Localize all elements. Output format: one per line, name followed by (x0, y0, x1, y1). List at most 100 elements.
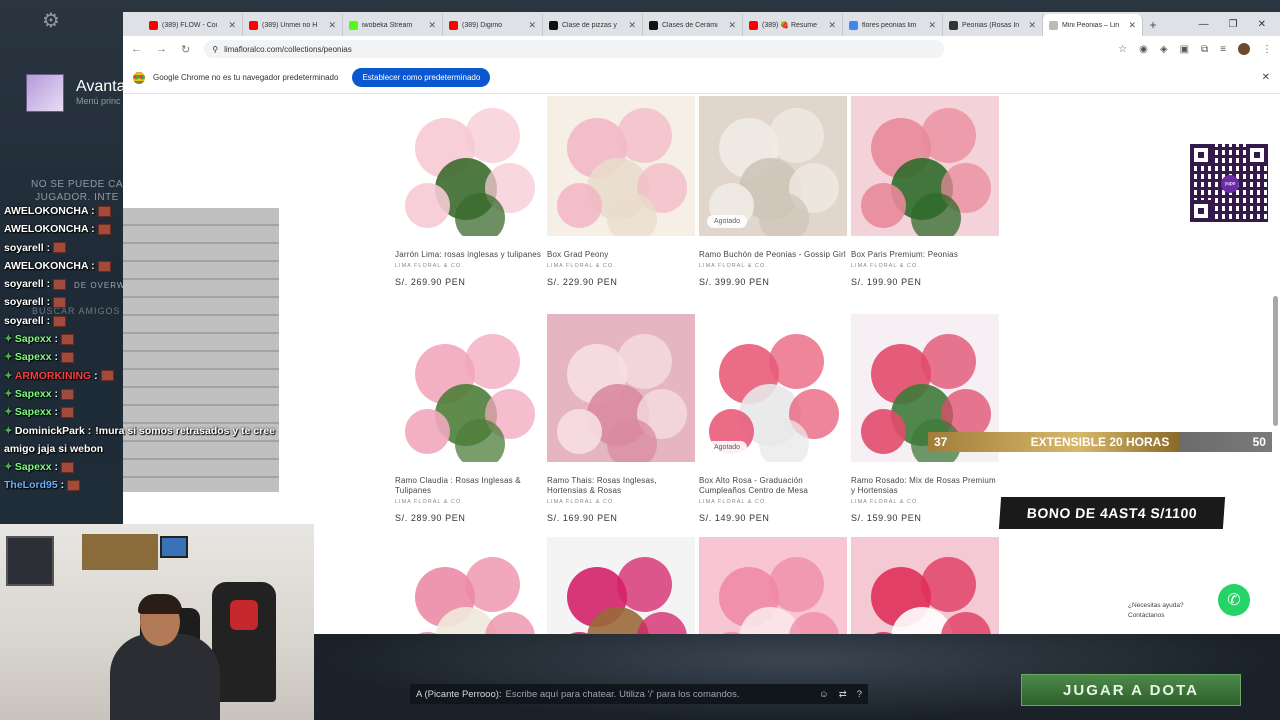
game-chat-input[interactable]: A (Picante Perrooo): Escribe aquí para c… (410, 684, 868, 704)
tab-close-icon[interactable]: ✕ (1028, 20, 1036, 31)
flower-shape (861, 183, 906, 228)
flower-shape (607, 419, 657, 462)
browser-tab[interactable]: (389) 🍓 Resume ✕ (743, 14, 843, 36)
restore-icon[interactable]: ❐ (1229, 14, 1238, 36)
product-card[interactable]: Ramo Rafaella: Peonias, (851, 537, 999, 634)
emote-icon (53, 297, 67, 309)
flower-shape (759, 419, 809, 462)
product-title[interactable]: Ramo Rosado: Mix de Rosas Premium y Hort… (851, 476, 999, 496)
product-card[interactable]: Jarrón Lima: rosas inglesas y tulipanes L… (395, 96, 543, 287)
flower-shape (405, 409, 450, 454)
chat-separator: : (51, 406, 59, 419)
browser-tab[interactable]: Clase de pizzas y ✕ (543, 14, 643, 36)
product-image[interactable] (395, 537, 543, 634)
set-default-button[interactable]: Establecer como predeterminado (352, 68, 491, 87)
chat-message: ✦ Sapexx : (4, 403, 304, 421)
product-title[interactable]: Box Paris Premium: Peonias (851, 250, 999, 260)
page-scrollbar[interactable] (1273, 100, 1278, 630)
product-title[interactable]: Ramo Thais: Rosas Inglesas, Hortensias &… (547, 476, 695, 496)
close-window-icon[interactable]: ✕ (1258, 14, 1266, 36)
qr-logo: yape (1221, 175, 1239, 193)
product-title[interactable]: Ramo Buchón de Peonias - Gossip Girl (699, 250, 847, 260)
product-image[interactable] (395, 314, 543, 462)
product-card[interactable]: Ramo Thais: Rosas Inglesas, Hortensias &… (547, 314, 695, 523)
product-title[interactable]: Box Alto Rosa - Graduación Cumpleaños Ce… (699, 476, 847, 496)
product-image[interactable] (547, 96, 695, 236)
tab-close-icon[interactable]: ✕ (428, 20, 436, 31)
product-image[interactable] (699, 537, 847, 634)
play-dota-button[interactable]: JUGAR A DOTA (1021, 674, 1241, 706)
chat-message: AWELOKONCHA : (4, 202, 304, 220)
address-bar[interactable]: ⚲ limafloralco.com/collections/peonias (204, 40, 945, 58)
scrollbar-thumb[interactable] (1273, 296, 1278, 426)
tab-close-icon[interactable]: ✕ (728, 20, 736, 31)
translate-icon[interactable]: ⇄ (839, 689, 847, 700)
player-profile[interactable]: Avanta Menú princ (20, 70, 126, 116)
flower-shape (465, 108, 520, 163)
product-image[interactable] (395, 96, 543, 236)
bookmark-star-icon[interactable]: ☆ (1118, 44, 1127, 55)
close-icon[interactable]: ✕ (1262, 72, 1270, 83)
tab-close-icon[interactable]: ✕ (528, 20, 536, 31)
tab-close-icon[interactable]: ✕ (1128, 20, 1136, 31)
minimize-icon[interactable]: — (1199, 14, 1209, 36)
menu-icon[interactable]: ⋮ (1262, 44, 1272, 55)
product-card[interactable]: Box Juicy XL: Arreglo Premium de (395, 537, 543, 634)
chat-username: soyarell (4, 241, 44, 254)
product-image[interactable] (547, 537, 695, 634)
qr-corner (1190, 200, 1212, 222)
product-card[interactable]: Ramo Buchón de Peonias + Osito (547, 537, 695, 634)
product-image[interactable]: Agotado (699, 314, 847, 462)
browser-tab[interactable]: Peonias (Rosas In ✕ (943, 14, 1043, 36)
site-info-icon[interactable]: ⚲ (212, 45, 218, 54)
media-icon[interactable]: ≡ (1220, 44, 1226, 55)
tab-close-icon[interactable]: ✕ (328, 20, 336, 31)
badge-icon: ✦ (4, 387, 13, 400)
chat-separator: : (57, 479, 65, 492)
browser-tab[interactable]: (389) FLOW - Coi ✕ (143, 14, 243, 36)
reload-icon[interactable]: ↻ (181, 43, 190, 56)
tab-close-icon[interactable]: ✕ (928, 20, 936, 31)
new-tab-button[interactable]: + (1143, 14, 1163, 36)
product-image[interactable]: Agotado (699, 96, 847, 236)
back-icon[interactable]: ← (131, 43, 142, 55)
extension-icon[interactable]: ◉ (1139, 44, 1148, 55)
forward-icon[interactable]: → (156, 43, 167, 55)
flower-shape (921, 334, 976, 389)
product-image[interactable] (547, 314, 695, 462)
chat-separator: : (51, 387, 59, 400)
product-card[interactable]: Ramo Claudia : Rosas Inglesas & Tulipane… (395, 314, 543, 523)
product-title[interactable]: Box Grad Peony (547, 250, 695, 260)
gear-icon[interactable]: ⚙ (42, 8, 60, 33)
profile-icon[interactable] (1238, 43, 1250, 55)
browser-tab[interactable]: Mini Peonias – Lin ✕ (1043, 14, 1143, 36)
extension-icon-2[interactable]: ◈ (1160, 44, 1168, 55)
help-icon[interactable]: ? (857, 689, 862, 700)
puzzle-icon[interactable]: ⧉ (1201, 44, 1208, 55)
product-title[interactable]: Ramo Claudia : Rosas Inglesas & Tulipane… (395, 476, 543, 496)
browser-tab[interactable]: flores peonias lim ✕ (843, 14, 943, 36)
product-title[interactable]: Jarrón Lima: rosas inglesas y tulipanes (395, 250, 543, 260)
chat-separator: : (88, 205, 95, 217)
browser-tab[interactable]: (389) Unmei no H ✕ (243, 14, 343, 36)
product-card[interactable]: Ramo Extra Large Peonias (699, 537, 847, 634)
product-image[interactable] (851, 96, 999, 236)
subathon-bar: 37 EXTENSIBLE 20 HORAS 50 (928, 432, 1272, 452)
tab-close-icon[interactable]: ✕ (228, 20, 236, 31)
product-image[interactable] (851, 537, 999, 634)
emoji-icon[interactable]: ☺ (819, 689, 829, 700)
tab-close-icon[interactable]: ✕ (828, 20, 836, 31)
browser-tab[interactable]: Clases de Cerámi ✕ (643, 14, 743, 36)
product-card[interactable]: Box Grad Peony LIMA FLORAL & CO. S/. 229.9… (547, 96, 695, 287)
product-card[interactable]: Agotado Box Alto Rosa - Graduación Cumple… (699, 314, 847, 523)
product-card[interactable]: Box Paris Premium: Peonias LIMA FLORAL & … (851, 96, 999, 287)
whatsapp-icon[interactable]: ✆ (1218, 584, 1250, 616)
product-card[interactable]: Agotado Ramo Buchón de Peonias - Gossip G… (699, 96, 847, 287)
wall-poster (6, 536, 54, 586)
chat-message: AWELOKONCHA : (4, 220, 304, 238)
tab-close-icon[interactable]: ✕ (628, 20, 636, 31)
browser-tab[interactable]: (389) Digimo ✕ (443, 14, 543, 36)
browser-tab[interactable]: iwobeka Stream ✕ (343, 14, 443, 36)
extension-icon-3[interactable]: ▣ (1180, 44, 1189, 55)
product-card[interactable]: Ramo Rosado: Mix de Rosas Premium y Hort… (851, 314, 999, 523)
